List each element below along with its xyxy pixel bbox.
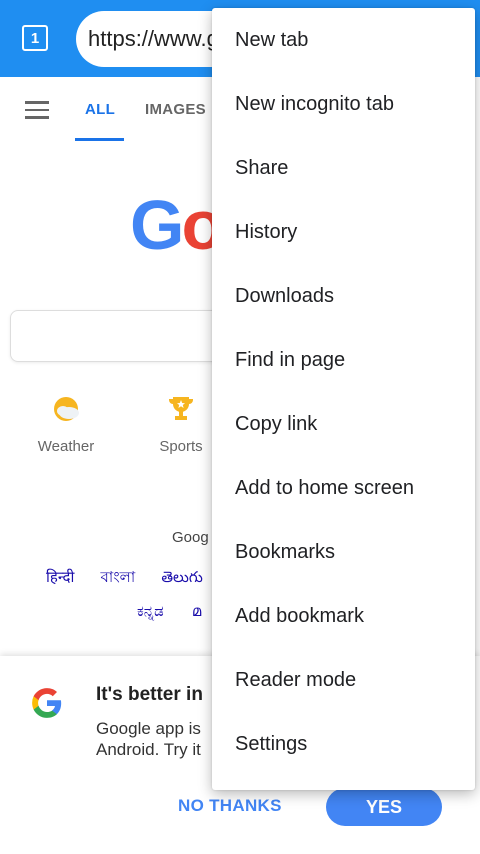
tab-images[interactable]: IMAGES: [145, 101, 206, 118]
quick-link-label: Weather: [37, 438, 95, 455]
yes-button[interactable]: YES: [326, 788, 442, 826]
offered-in-text: Goog: [172, 529, 209, 546]
google-logo: Go: [130, 186, 224, 264]
no-thanks-button[interactable]: NO THANKS: [178, 796, 282, 816]
menu-item-history[interactable]: History: [212, 200, 475, 264]
tab-all[interactable]: ALL: [85, 101, 115, 118]
menu-item-downloads[interactable]: Downloads: [212, 264, 475, 328]
menu-item-add-to-home-screen[interactable]: Add to home screen: [212, 456, 475, 520]
language-link-telugu[interactable]: తెలుగు: [161, 569, 202, 586]
tab-switcher-button[interactable]: 1: [22, 25, 48, 51]
menu-item-reader-mode[interactable]: Reader mode: [212, 648, 475, 712]
menu-item-new-tab[interactable]: New tab: [212, 8, 475, 72]
language-links-row: हिन्दी বাংলা తెలుగు: [46, 566, 225, 591]
menu-item-settings[interactable]: Settings: [212, 712, 475, 776]
menu-item-share[interactable]: Share: [212, 136, 475, 200]
language-link-hindi[interactable]: हिन्दी: [46, 569, 74, 586]
menu-item-find-in-page[interactable]: Find in page: [212, 328, 475, 392]
overflow-menu: New tab New incognito tab Share History …: [212, 8, 475, 790]
active-tab-indicator: [75, 138, 124, 141]
language-link-malayalam[interactable]: മ: [192, 603, 201, 620]
google-g-icon: [30, 686, 64, 720]
promo-title: It's better in: [96, 684, 203, 705]
language-link-kannada[interactable]: ಕನ್ನಡ: [137, 603, 164, 620]
menu-item-new-incognito-tab[interactable]: New incognito tab: [212, 72, 475, 136]
quick-link-weather[interactable]: Weather: [21, 392, 111, 455]
menu-item-add-bookmark[interactable]: Add bookmark: [212, 584, 475, 648]
language-link-bengali[interactable]: বাংলা: [101, 569, 136, 586]
menu-item-copy-link[interactable]: Copy link: [212, 392, 475, 456]
menu-item-bookmarks[interactable]: Bookmarks: [212, 520, 475, 584]
weather-icon: [21, 392, 111, 426]
hamburger-menu-icon[interactable]: [25, 101, 49, 119]
